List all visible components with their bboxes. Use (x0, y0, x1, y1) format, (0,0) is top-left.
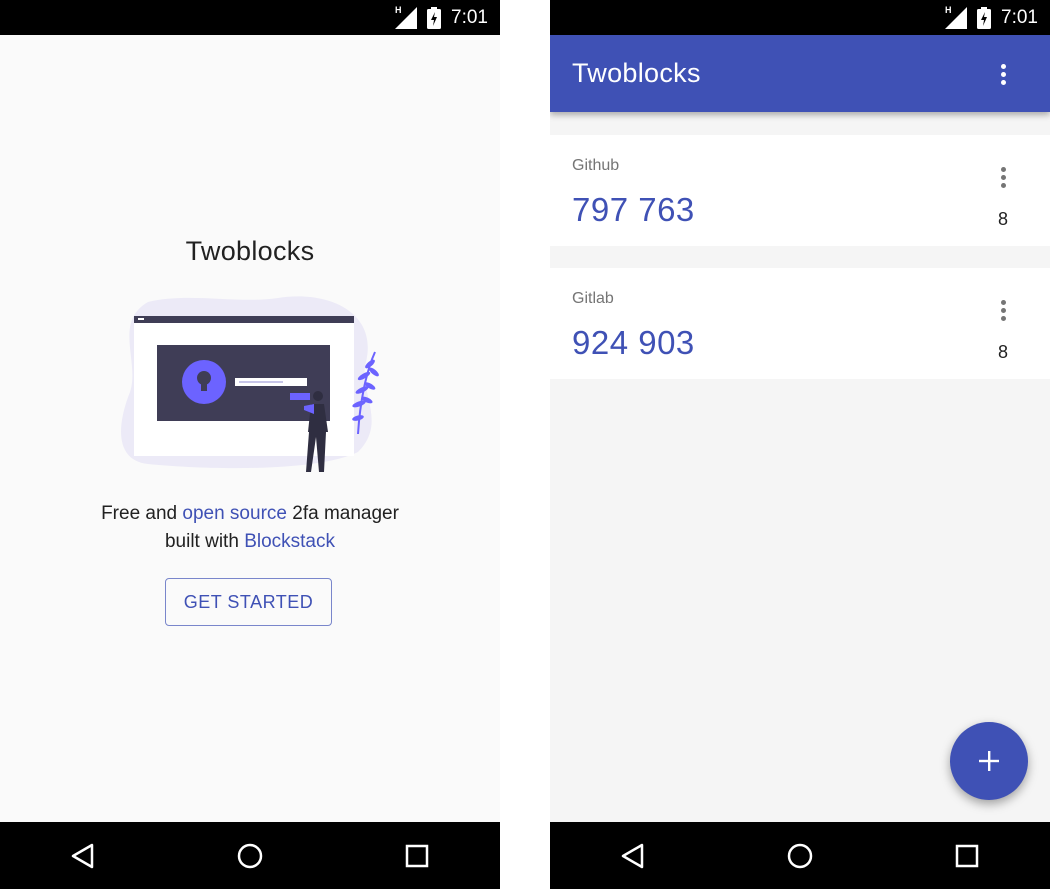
status-time: 7:01 (1001, 6, 1038, 28)
app-bar: Twoblocks (550, 35, 1050, 112)
network-type-label: H (395, 4, 402, 15)
login-illustration (121, 296, 379, 472)
token-code: 924 903 (572, 324, 695, 361)
account-name: Gitlab (572, 290, 614, 307)
back-icon[interactable] (603, 826, 663, 886)
plus-icon (979, 751, 999, 771)
battery-icon (977, 6, 992, 29)
tokens-screen: H 7:01 Twoblocks Github 797 763 8 Gitlab… (550, 0, 1050, 889)
token-card[interactable]: Gitlab 924 903 8 (550, 268, 1050, 379)
token-code: 797 763 (572, 191, 695, 228)
onboarding-tagline: Free and open source 2fa manager built w… (0, 500, 500, 556)
countdown-seconds: 8 (997, 209, 1008, 229)
status-bar: H 7:01 (0, 0, 500, 35)
tagline-text: Free and (101, 503, 183, 524)
home-icon[interactable] (220, 826, 280, 886)
blockstack-link[interactable]: Blockstack (244, 531, 335, 552)
home-icon[interactable] (770, 826, 830, 886)
network-type-label: H (945, 4, 952, 15)
overflow-menu-icon[interactable] (996, 59, 1010, 89)
recents-icon[interactable] (937, 826, 997, 886)
back-icon[interactable] (53, 826, 113, 886)
card-menu-icon[interactable] (996, 162, 1010, 192)
navigation-bar (0, 822, 500, 889)
tagline-text: built with (164, 531, 245, 552)
account-name: Github (572, 157, 620, 174)
token-card[interactable]: Github 797 763 8 (550, 135, 1050, 246)
tagline-text: 2fa manager (286, 503, 399, 524)
onboarding-title: Twoblocks (185, 236, 315, 266)
battery-icon (427, 6, 442, 29)
app-title: Twoblocks (572, 58, 701, 88)
signal-icon: H (395, 4, 418, 29)
status-bar: H 7:01 (550, 0, 1050, 35)
card-menu-icon[interactable] (996, 295, 1010, 325)
navigation-bar (550, 822, 1050, 889)
status-time: 7:01 (451, 6, 488, 28)
onboarding-screen: H 7:01 Twoblocks Free and open source 2f… (0, 0, 500, 889)
signal-icon: H (945, 4, 968, 29)
get-started-button[interactable]: GET STARTED (165, 578, 332, 626)
recents-icon[interactable] (387, 826, 447, 886)
add-account-button[interactable] (950, 722, 1028, 800)
countdown-seconds: 8 (997, 342, 1008, 362)
open-source-link[interactable]: open source (182, 503, 287, 524)
